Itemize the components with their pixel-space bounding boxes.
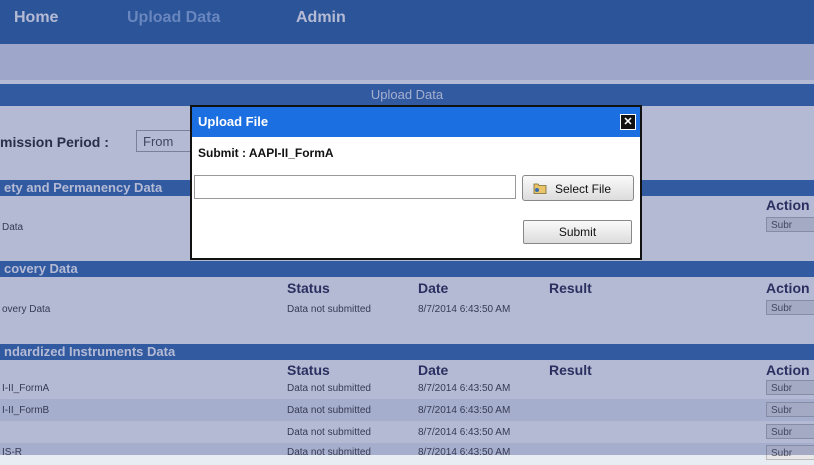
dialog-title: Upload File bbox=[198, 114, 269, 129]
folder-icon bbox=[533, 181, 547, 198]
select-file-label: Select File bbox=[555, 182, 612, 196]
close-icon[interactable]: ✕ bbox=[620, 114, 636, 130]
select-file-button[interactable]: Select File bbox=[522, 175, 634, 201]
submit-button[interactable]: Submit bbox=[523, 220, 632, 244]
file-path-input[interactable] bbox=[194, 175, 516, 199]
dialog-subtitle: Submit : AAPI-II_FormA bbox=[198, 146, 334, 160]
upload-file-dialog: Upload File ✕ Submit : AAPI-II_FormA Sel… bbox=[190, 105, 642, 260]
